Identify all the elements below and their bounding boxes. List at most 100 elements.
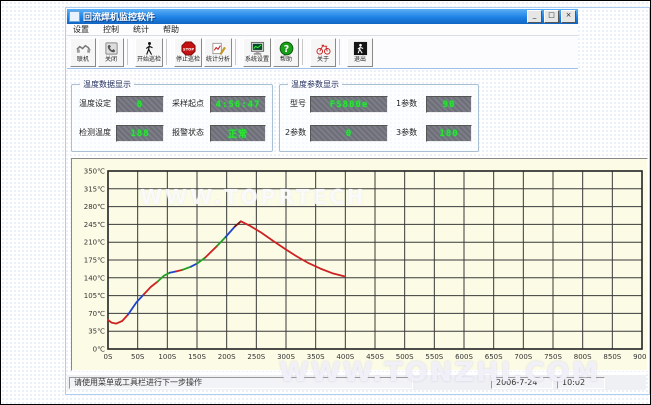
toolbar-separator xyxy=(166,39,171,65)
field-label-temp-setting: 温度设定 xyxy=(79,98,111,109)
x-tick-label: 350S xyxy=(307,353,325,361)
led-measured-temp: 188 xyxy=(116,125,164,142)
temperature-param-groupbox: 温度参数显示 型号 FS800e 1参数 90 2参数 0 3参数 180 xyxy=(279,84,479,152)
temperature-curve-segment xyxy=(235,221,241,226)
field-label-param3: 3参数 xyxy=(396,127,417,138)
temperature-data-groupbox: 温度数据显示 温度设定 0 采样起点 4:56:47 检测温度 188 报警状态… xyxy=(71,84,273,152)
temperature-curve-segment xyxy=(217,237,225,246)
phone-icon xyxy=(104,41,119,56)
menu-help[interactable]: 帮助 xyxy=(163,24,179,35)
toolbar: 联机 关闭 开始巡检 STOP 停止巡检 统计分析 xyxy=(67,36,578,69)
field-label-alarm-status: 报警状态 xyxy=(172,127,204,138)
x-tick-label: 250S xyxy=(247,353,265,361)
close-button[interactable]: × xyxy=(561,10,576,23)
x-tick-label: 750S xyxy=(544,353,562,361)
svg-text:STOP: STOP xyxy=(182,47,193,51)
system-settings-button[interactable]: 系统设置 xyxy=(243,38,271,67)
x-tick-label: 900S xyxy=(633,353,647,361)
y-tick-label: 140℃ xyxy=(84,274,105,282)
x-tick-label: 850S xyxy=(603,353,621,361)
field-label-measured-temp: 检测温度 xyxy=(79,127,111,138)
field-label-sample-start: 采样起点 xyxy=(172,98,204,109)
disconnect-button[interactable]: 关闭 xyxy=(98,38,124,67)
x-tick-label: 300S xyxy=(277,353,295,361)
y-tick-label: 35℃ xyxy=(88,328,105,336)
temperature-curve-segment xyxy=(205,246,217,258)
screenshot-root: 回流焊机监控软件 _ □ × 设置 控制 统计 帮助 联机 关闭 xyxy=(0,0,651,405)
y-tick-label: 315℃ xyxy=(84,185,105,193)
y-tick-label: 210℃ xyxy=(84,239,105,247)
temperature-curve-segment xyxy=(158,273,170,282)
toolbar-separator xyxy=(302,39,307,65)
field-label-param1: 1参数 xyxy=(396,98,417,109)
led-param3: 180 xyxy=(426,125,472,142)
menu-bar: 设置 控制 统计 帮助 xyxy=(67,24,578,36)
title-bar[interactable]: 回流焊机监控软件 _ □ × xyxy=(67,9,578,24)
menu-control[interactable]: 控制 xyxy=(103,24,119,35)
led-model: FS800e xyxy=(310,96,388,113)
toolbar-separator xyxy=(235,39,240,65)
toolbar-separator xyxy=(339,39,344,65)
stop-patrol-button[interactable]: STOP 停止巡检 xyxy=(174,38,202,67)
led-sample-start: 4:56:47 xyxy=(210,96,266,113)
x-tick-label: 200S xyxy=(218,353,236,361)
status-message: 请使用菜单或工具栏进行下一步操作 xyxy=(69,377,413,389)
menu-settings[interactable]: 设置 xyxy=(73,24,89,35)
led-param1: 90 xyxy=(426,96,472,113)
status-bar: 请使用菜单或工具栏进行下一步操作 2006-7-24 10:02 xyxy=(67,374,646,390)
temperature-curve-segment xyxy=(108,314,128,323)
statistics-analysis-button[interactable]: 统计分析 xyxy=(204,38,232,67)
x-tick-label: 550S xyxy=(425,353,443,361)
temperature-curve-segment xyxy=(144,281,158,294)
analysis-icon xyxy=(211,41,226,56)
help-icon: ? xyxy=(279,41,294,56)
led-temp-setting: 0 xyxy=(116,96,164,113)
maximize-button[interactable]: □ xyxy=(544,10,559,23)
y-tick-label: 175℃ xyxy=(84,257,105,265)
led-param2: 0 xyxy=(310,125,388,142)
exit-button[interactable]: 退出 xyxy=(347,38,373,67)
x-tick-label: 700S xyxy=(514,353,532,361)
y-tick-label: 0℃ xyxy=(93,346,105,354)
y-tick-label: 280℃ xyxy=(84,203,105,211)
temperature-curve-segment xyxy=(197,258,205,264)
temperature-curve-segment xyxy=(183,267,191,270)
menu-statistics[interactable]: 统计 xyxy=(133,24,149,35)
y-tick-label: 350℃ xyxy=(84,168,105,176)
y-tick-label: 70℃ xyxy=(88,310,105,318)
temperature-profile-panel: 0S50S100S150S200S250S300S350S400S450S500… xyxy=(71,158,648,371)
minimize-button[interactable]: _ xyxy=(527,10,542,23)
x-tick-label: 500S xyxy=(396,353,414,361)
walking-person-icon xyxy=(142,41,157,56)
connect-button[interactable]: 联机 xyxy=(70,38,96,67)
monitor-icon xyxy=(250,41,265,56)
stop-sign-icon: STOP xyxy=(181,41,196,56)
groupbox-title: 温度参数显示 xyxy=(288,79,342,90)
temperature-curve-segment xyxy=(191,264,197,267)
x-tick-label: 100S xyxy=(158,353,176,361)
start-patrol-button[interactable]: 开始巡检 xyxy=(135,38,163,67)
temperature-profile-chart: 0S50S100S150S200S250S300S350S400S450S500… xyxy=(72,159,647,370)
app-icon xyxy=(69,11,80,22)
x-tick-label: 150S xyxy=(188,353,206,361)
bicycle-icon xyxy=(316,41,331,56)
field-label-model: 型号 xyxy=(290,98,306,109)
help-button[interactable]: ? 帮助 xyxy=(273,38,299,67)
x-tick-label: 600S xyxy=(455,353,473,361)
about-button[interactable]: 关于 xyxy=(310,38,336,67)
x-tick-label: 50S xyxy=(131,353,145,361)
toolbar-separator xyxy=(127,39,132,65)
exit-icon xyxy=(353,41,368,56)
status-time: 10:02 xyxy=(557,377,605,389)
y-tick-label: 105℃ xyxy=(84,292,105,300)
temperature-curve-segment xyxy=(128,295,143,315)
handshake-icon xyxy=(76,41,91,56)
x-tick-label: 400S xyxy=(336,353,354,361)
status-date: 2006-7-24 xyxy=(491,377,553,389)
window-title: 回流焊机监控软件 xyxy=(83,10,527,23)
x-tick-label: 800S xyxy=(574,353,592,361)
led-alarm-status: 正常 xyxy=(210,125,266,142)
x-tick-label: 450S xyxy=(366,353,384,361)
y-tick-label: 245℃ xyxy=(84,221,105,229)
temperature-curve-segment xyxy=(170,271,177,273)
